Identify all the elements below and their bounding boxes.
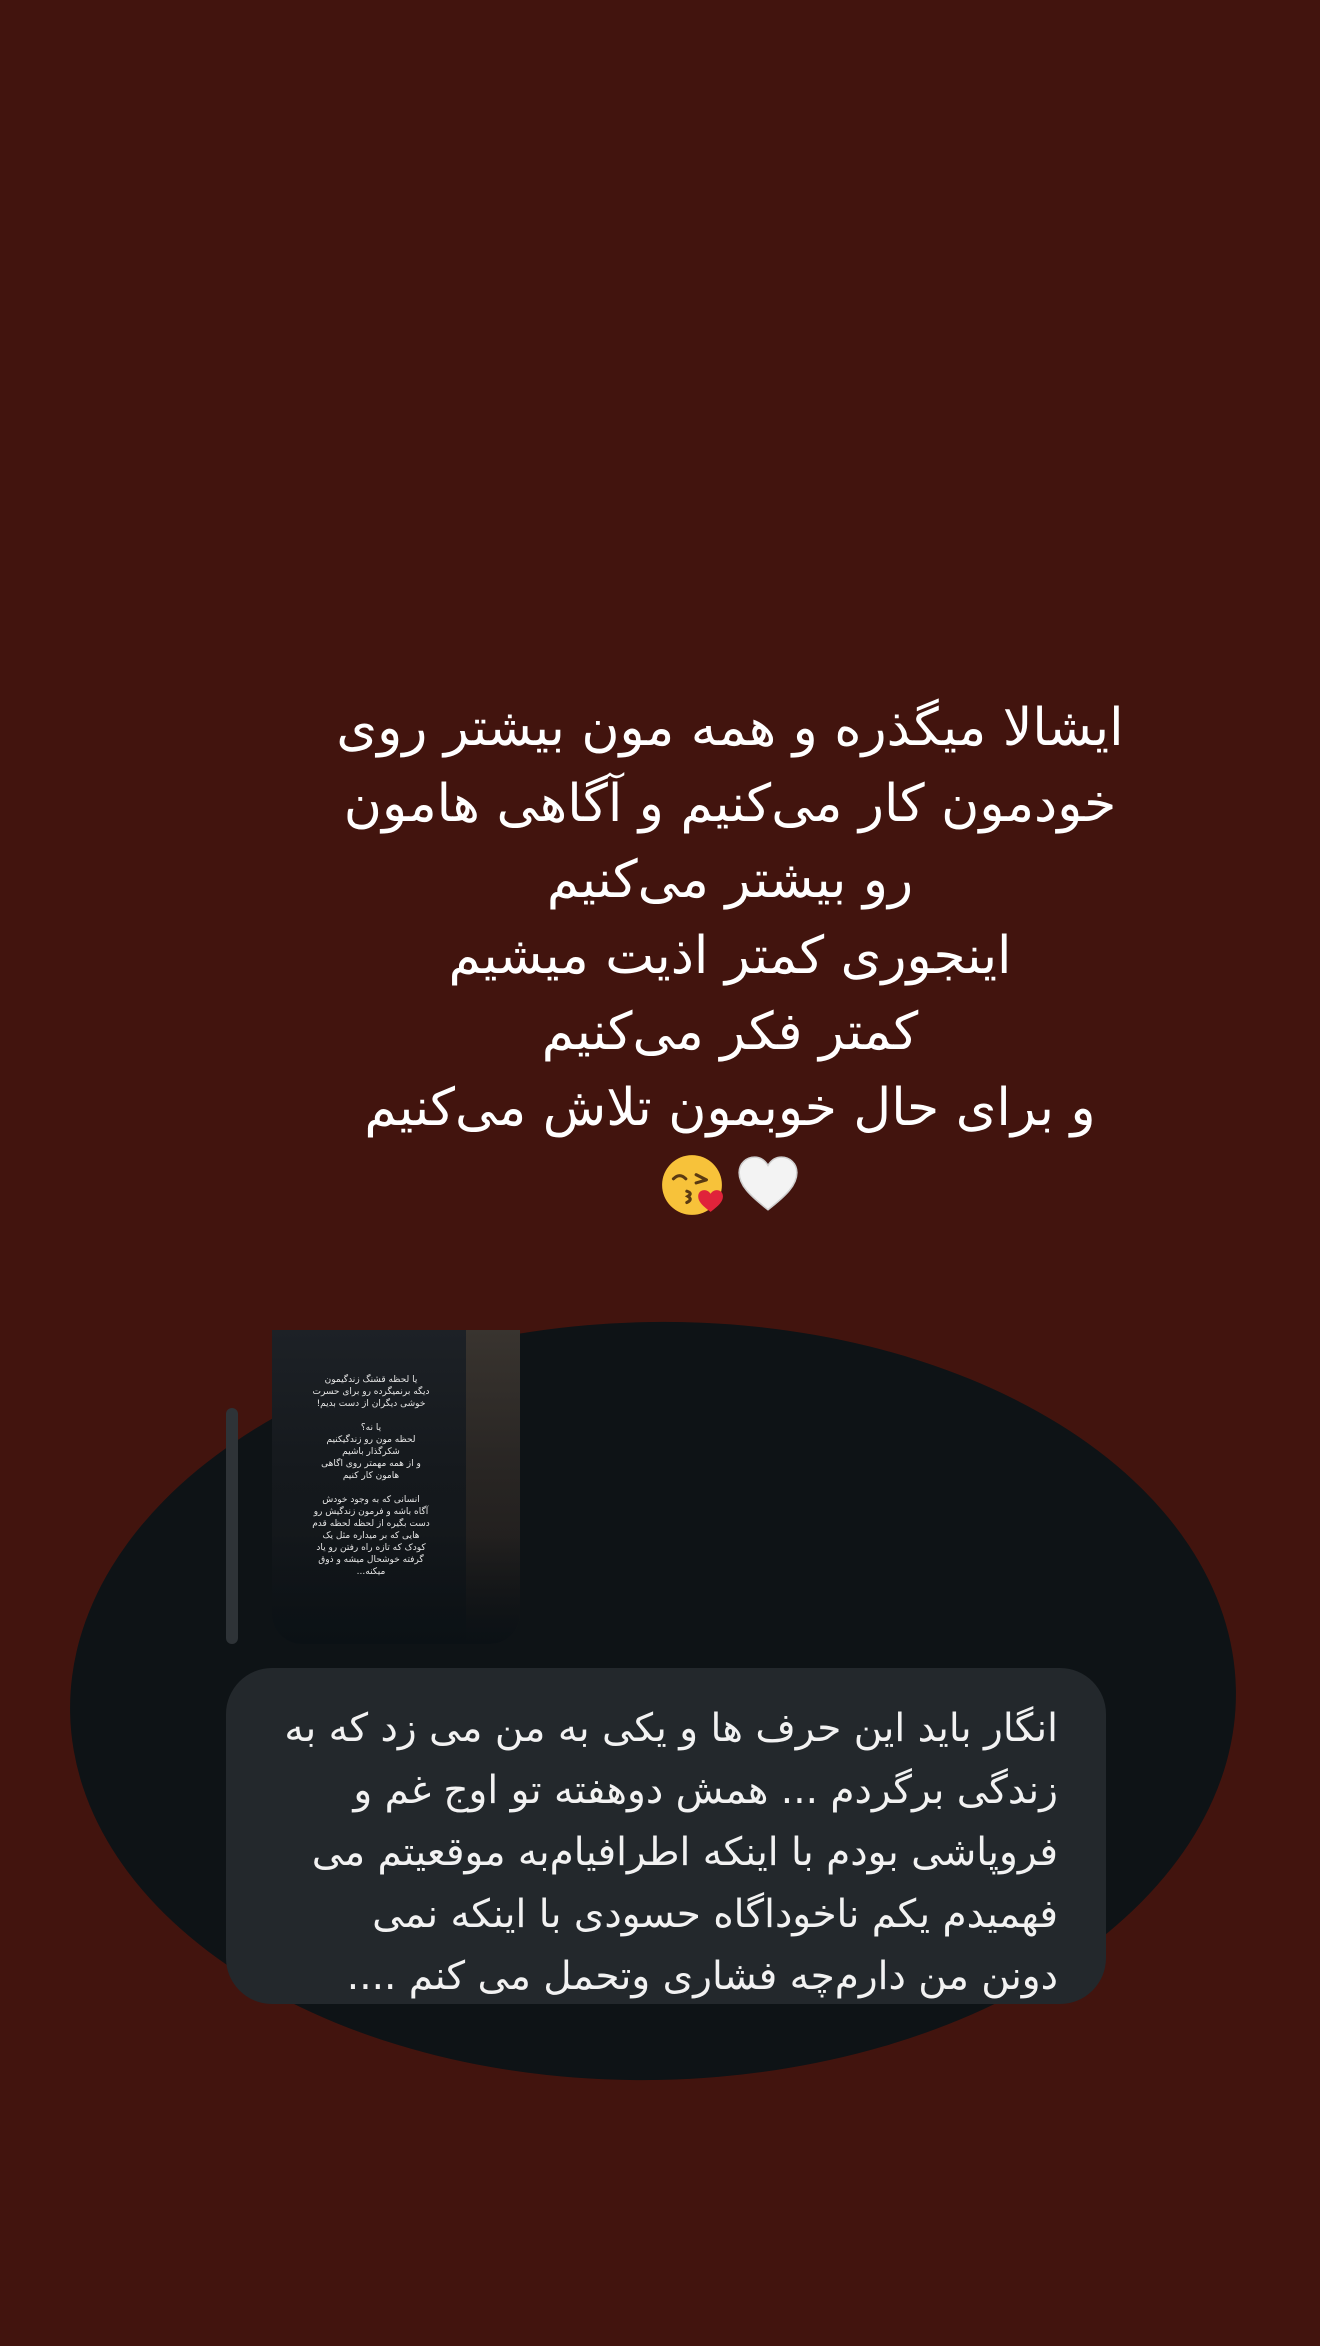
message-line-4: فهمیدم یکم ناخوداگاه حسودی با اینکه نمی [372, 1892, 1058, 1937]
story-thumbnail[interactable]: یا لحظه قشنگ زندگیمون دیگه برنمیگرده رو … [272, 1330, 520, 1644]
reply-message-bubble[interactable]: انگار باید این حرف ها و یکی به من می زد … [226, 1668, 1106, 2004]
message-line-2: زندگی برگردم ... همش دوهفته تو اوج غم و [353, 1768, 1058, 1813]
caption-line-4: اینجوری کمتر اذیت میشیم [448, 926, 1012, 986]
white-heart-icon [738, 1156, 798, 1211]
caption-line-5: کمتر فکر می‌کنیم [541, 1002, 919, 1062]
message-line-3: فروپاشی بودم با اینکه اطرافیام‌به موقعیت… [311, 1830, 1058, 1875]
message-line-5: دونن من دارم‌چه فشاری وتحمل می کنم .... [346, 1954, 1058, 1999]
kissing-face-icon [662, 1155, 723, 1215]
caption-line-6: و برای حال خوبمون تلاش می‌کنیم [364, 1078, 1096, 1138]
caption-emojis [300, 1152, 1160, 1218]
caption-line-1: ایشالا میگذره و همه مون بیشتر روی [336, 698, 1124, 758]
story-thumbnail-text: یا لحظه قشنگ زندگیمون دیگه برنمیگرده رو … [312, 1375, 430, 1577]
quoted-story-bar [226, 1408, 238, 1644]
caption-line-3: رو بیشتر می‌کنیم [546, 850, 914, 910]
story-caption: ایشالا میگذره و همه مون بیشتر روی خودمون… [300, 690, 1160, 1218]
caption-line-2: خودمون کار می‌کنیم و آگاهی هامون [343, 774, 1117, 834]
message-line-1: انگار باید این حرف ها و یکی به من می زد … [284, 1706, 1058, 1751]
